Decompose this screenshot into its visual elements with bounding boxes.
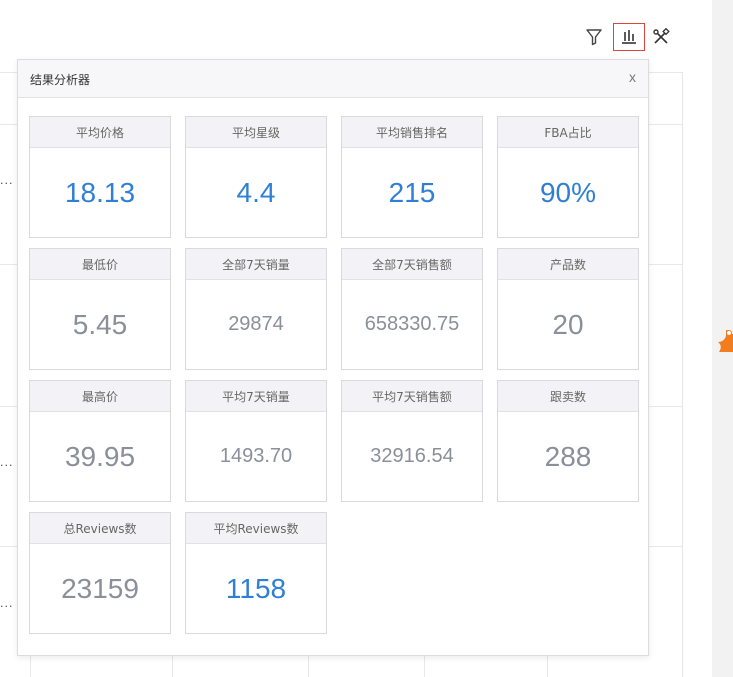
stats-grid: 平均价格 18.13 平均星级 4.4 平均销售排名 215 FBA占比 90% 最低价 5.45…: [29, 116, 639, 634]
filter-icon: [586, 29, 602, 46]
stat-value: 1158: [225, 572, 287, 604]
stat-label: 最高价: [30, 381, 170, 412]
close-button[interactable]: x: [629, 69, 636, 85]
stat-value: 658330.75: [364, 313, 460, 335]
stat-label: 全部7天销售额: [342, 249, 482, 280]
stat-value: 39.95: [64, 440, 136, 472]
tools-icon: [653, 28, 670, 44]
table-cell-ellipsis: ...: [0, 174, 14, 187]
stat-label: 产品数: [498, 249, 638, 280]
stat-label: 平均7天销售额: [342, 381, 482, 412]
bar-chart-icon: [622, 30, 636, 44]
stat-card: 跟卖数 288: [497, 380, 639, 502]
panel-header: 结果分析器 x: [18, 60, 648, 98]
stat-card: FBA占比 90%: [497, 116, 639, 238]
stat-value: 18.13: [64, 176, 136, 208]
stat-card: 总Reviews数 23159: [29, 512, 171, 634]
stat-value: 288: [544, 440, 592, 472]
stat-card: 平均星级 4.4: [185, 116, 327, 238]
panel-title: 结果分析器: [30, 73, 91, 87]
stat-label: 平均销售排名: [342, 117, 482, 148]
filter-button[interactable]: [578, 23, 610, 51]
stat-card: 全部7天销售额 658330.75: [341, 248, 483, 370]
stat-label: 平均Reviews数: [186, 513, 326, 544]
stat-label: 平均星级: [186, 117, 326, 148]
table-cell-ellipsis: ...: [0, 456, 14, 469]
table-cell-ellipsis: ...: [0, 597, 14, 610]
stat-value: 20: [552, 308, 584, 340]
stat-value: 215: [388, 176, 436, 208]
floating-orange-icon[interactable]: [716, 328, 733, 354]
stat-label: 全部7天销量: [186, 249, 326, 280]
stat-value: 90%: [539, 176, 597, 208]
stat-label: 总Reviews数: [30, 513, 170, 544]
stat-value: 29874: [228, 313, 284, 335]
stat-value: 5.45: [72, 308, 128, 340]
tools-button[interactable]: [645, 23, 677, 51]
stat-card: 平均价格 18.13: [29, 116, 171, 238]
stat-label: 最低价: [30, 249, 170, 280]
stat-card: 全部7天销量 29874: [185, 248, 327, 370]
stat-label: 平均7天销量: [186, 381, 326, 412]
stat-label: 跟卖数: [498, 381, 638, 412]
stat-card: 平均销售排名 215: [341, 116, 483, 238]
stat-card: 平均7天销量 1493.70: [185, 380, 327, 502]
stat-value: 1493.70: [219, 445, 293, 467]
stat-value: 4.4: [236, 176, 276, 208]
stat-label: FBA占比: [498, 117, 638, 148]
stat-card: 平均7天销售额 32916.54: [341, 380, 483, 502]
stat-value: 32916.54: [370, 445, 454, 467]
stat-card: 平均Reviews数 1158: [185, 512, 327, 634]
stat-value: 23159: [61, 572, 139, 604]
stat-label: 平均价格: [30, 117, 170, 148]
result-analyzer-button[interactable]: [613, 23, 645, 51]
stat-card: 产品数 20: [497, 248, 639, 370]
stat-card: 最高价 39.95: [29, 380, 171, 502]
stat-card: 最低价 5.45: [29, 248, 171, 370]
result-analyzer-panel: 结果分析器 x 平均价格 18.13 平均星级 4.4 平均销售排名 215 FBA占比 90…: [17, 59, 649, 656]
